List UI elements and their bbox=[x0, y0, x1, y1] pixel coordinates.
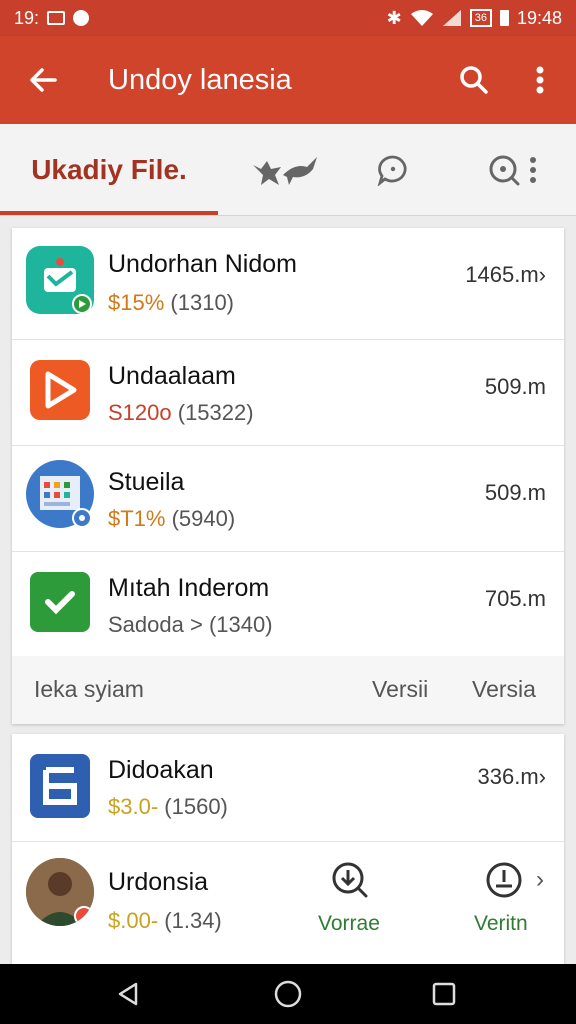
back-arrow-icon bbox=[30, 68, 57, 92]
app-price: $.00- bbox=[108, 908, 159, 933]
app-price: S120o bbox=[108, 400, 172, 425]
zoom-more-icon bbox=[489, 155, 536, 186]
app-name: Undorhan Nidom bbox=[108, 250, 297, 278]
chat-bubble-icon bbox=[377, 155, 407, 186]
tab-active-indicator bbox=[0, 211, 218, 215]
nav-home-button[interactable] bbox=[248, 972, 328, 1016]
app-name: Mıtah Inderom bbox=[108, 574, 270, 602]
app-count: (5940) bbox=[171, 506, 236, 531]
download-search-icon bbox=[332, 862, 368, 898]
tab-zoom[interactable] bbox=[470, 124, 560, 216]
back-button[interactable] bbox=[0, 36, 86, 124]
tab-birds[interactable] bbox=[240, 124, 330, 216]
battery-percent: 36 bbox=[469, 9, 492, 27]
chevron-right-icon: › bbox=[538, 262, 546, 287]
footer-version-link-2[interactable]: Versia bbox=[472, 676, 536, 703]
footer-version-link[interactable]: Versii bbox=[372, 676, 428, 703]
app-name: Urdonsia bbox=[108, 868, 209, 896]
more-vert-icon bbox=[536, 66, 544, 94]
app-list-card-2: Didoakan $3.0- (1560) 336.m› Urdonsia $.… bbox=[12, 734, 564, 964]
list-item[interactable]: Mıtah Inderom Sadoda > (1340) 705.m bbox=[12, 552, 564, 656]
app-size: 705.m bbox=[484, 586, 546, 611]
app-count: (1310) bbox=[170, 290, 234, 315]
app-count: (1560) bbox=[164, 794, 228, 819]
nav-back-icon bbox=[118, 982, 138, 1006]
status-time: 19:48 bbox=[516, 7, 562, 28]
signal-icon bbox=[442, 10, 461, 26]
app-price: $T1% bbox=[108, 506, 166, 531]
tab-files[interactable]: Ukadiy File. bbox=[0, 124, 218, 216]
chevron-right-icon: › bbox=[538, 764, 546, 789]
app-bar: Undoy lanesia bbox=[0, 36, 576, 124]
notification-circle-icon bbox=[73, 10, 90, 26]
list-item[interactable]: Undaalaam S120o (15322) 509.m bbox=[12, 340, 564, 446]
nav-recents-button[interactable] bbox=[404, 972, 484, 1016]
birds-icon bbox=[253, 157, 317, 185]
footer-label: Ieka syiam bbox=[34, 676, 144, 702]
bluetooth-icon: ✱ bbox=[386, 7, 402, 28]
tab-chat[interactable] bbox=[360, 124, 426, 216]
app-list-card: Undorhan Nidom $15% (1310) 1465.m› Undaa… bbox=[12, 228, 564, 724]
app-meta: S120o (15322) bbox=[108, 400, 254, 426]
tab-bar: Ukadiy File. bbox=[0, 124, 576, 216]
list-item[interactable]: Didoakan $3.0- (1560) 336.m› bbox=[12, 734, 564, 842]
app-size: 509.m bbox=[484, 374, 546, 399]
list-item[interactable]: Urdonsia $.00- (1.34) Vorrae › Veritn bbox=[12, 842, 564, 964]
app-count: > (1340) bbox=[189, 612, 273, 637]
verse-action-label: Vorrae bbox=[318, 912, 380, 935]
status-left-text: 19: bbox=[14, 7, 40, 28]
nav-recents-icon bbox=[432, 982, 456, 1006]
app-meta: $.00- (1.34) bbox=[108, 908, 222, 934]
app-size-value: 1465.m bbox=[465, 262, 539, 287]
app-meta: $T1% (5940) bbox=[108, 506, 235, 532]
app-price: Sadoda bbox=[108, 612, 184, 637]
app-count: (1.34) bbox=[164, 908, 222, 933]
app-size: 1465.m› bbox=[465, 262, 546, 288]
app-name: Stueila bbox=[108, 468, 185, 496]
app-meta: Sadoda > (1340) bbox=[108, 612, 273, 638]
chat-app-icon bbox=[26, 246, 94, 314]
app-name: Undaalaam bbox=[108, 362, 236, 390]
tab-files-label: Ukadiy File. bbox=[31, 154, 187, 185]
verse-action-button[interactable]: Vorrae bbox=[312, 852, 392, 952]
page-title: Undoy lanesia bbox=[108, 63, 292, 96]
app-count: (15322) bbox=[177, 400, 254, 425]
app-price: $15% bbox=[108, 290, 165, 315]
verity-action-label: Veritn bbox=[474, 912, 528, 935]
chevron-right-icon: › bbox=[536, 866, 544, 893]
arrow-app-icon bbox=[30, 572, 90, 632]
app-meta: $3.0- (1560) bbox=[108, 794, 228, 820]
app-name: Didoakan bbox=[108, 756, 214, 784]
app-size-value: 336.m bbox=[477, 764, 539, 789]
search-icon bbox=[460, 66, 488, 94]
timer-install-icon bbox=[486, 862, 522, 898]
more-options-button[interactable] bbox=[520, 58, 560, 102]
list-item[interactable]: Stueila $T1% (5940) 509.m bbox=[12, 446, 564, 552]
status-bar: 19: ✱ 36 19:48 bbox=[0, 0, 576, 36]
six-app-icon bbox=[30, 754, 90, 818]
calendar-app-icon bbox=[26, 460, 94, 528]
app-price: $3.0- bbox=[108, 794, 159, 819]
wifi-icon bbox=[410, 10, 433, 26]
play-app-icon bbox=[30, 360, 90, 420]
app-size: 336.m› bbox=[478, 764, 546, 790]
list-item[interactable]: Undorhan Nidom $15% (1310) 1465.m› bbox=[12, 228, 564, 340]
nav-home-icon bbox=[274, 980, 302, 1008]
versions-footer: Ieka syiam Versii Versia bbox=[12, 656, 564, 724]
search-button[interactable] bbox=[452, 58, 496, 102]
person-avatar bbox=[26, 858, 94, 926]
system-nav-bar bbox=[0, 964, 576, 1024]
nav-back-button[interactable] bbox=[88, 972, 168, 1016]
notification-icon bbox=[47, 11, 66, 25]
battery-icon bbox=[499, 10, 509, 26]
verity-action-button[interactable]: › Veritn bbox=[464, 852, 560, 952]
app-meta: $15% (1310) bbox=[108, 290, 234, 316]
app-size: 509.m bbox=[484, 480, 546, 505]
